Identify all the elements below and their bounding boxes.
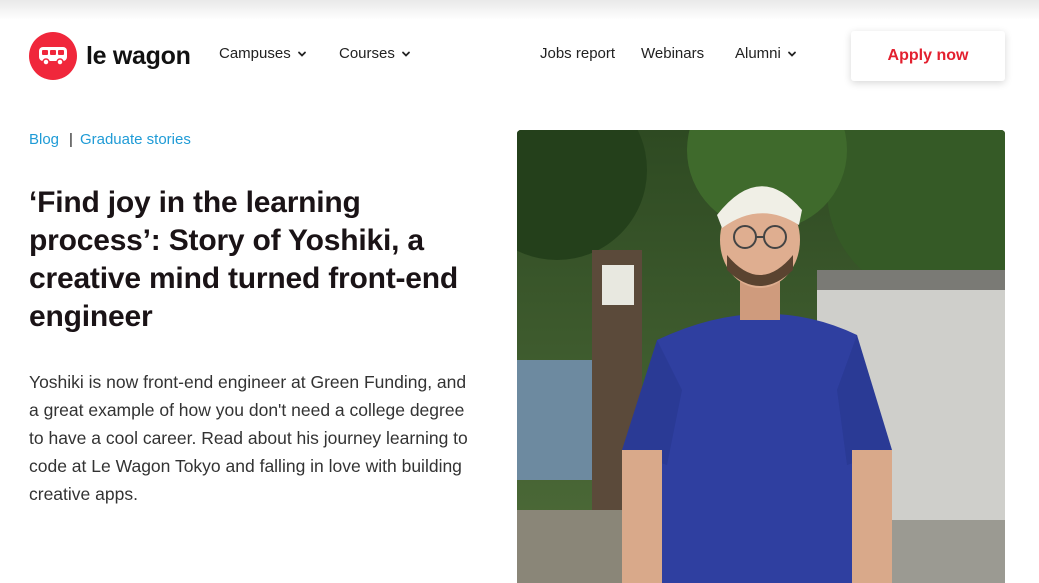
nav-campuses-label: Campuses xyxy=(219,45,291,62)
brand-name: le wagon xyxy=(86,41,191,70)
nav-webinars[interactable]: Webinars xyxy=(641,45,704,62)
bus-icon xyxy=(29,32,77,80)
breadcrumb: Blog | Graduate stories xyxy=(29,131,191,148)
chevron-down-icon xyxy=(297,51,306,57)
nav-campuses[interactable]: Campuses xyxy=(219,45,307,62)
apply-now-button[interactable]: Apply now xyxy=(851,31,1005,81)
nav-jobs-report-label: Jobs report xyxy=(540,45,616,62)
hero-photo xyxy=(517,130,1005,583)
nav-webinars-label: Webinars xyxy=(641,45,705,62)
chevron-down-icon xyxy=(787,51,796,57)
breadcrumb-separator: | xyxy=(69,131,73,148)
breadcrumb-blog[interactable]: Blog xyxy=(29,131,59,148)
chevron-down-icon xyxy=(401,51,410,57)
le-wagon-logo[interactable]: le wagon xyxy=(29,32,191,80)
article-lead: Yoshiki is now front-end engineer at Gre… xyxy=(29,372,468,504)
top-shadow xyxy=(0,0,1039,20)
nav-courses-label: Courses xyxy=(339,45,395,62)
nav-alumni[interactable]: Alumni xyxy=(735,45,797,62)
breadcrumb-graduate-stories[interactable]: Graduate stories xyxy=(80,131,191,148)
article-title: ‘Find joy in the learning process’: Stor… xyxy=(29,186,459,333)
nav-alumni-label: Alumni xyxy=(735,45,781,62)
nav-jobs-report[interactable]: Jobs report xyxy=(540,45,615,62)
nav-courses[interactable]: Courses xyxy=(339,45,411,62)
